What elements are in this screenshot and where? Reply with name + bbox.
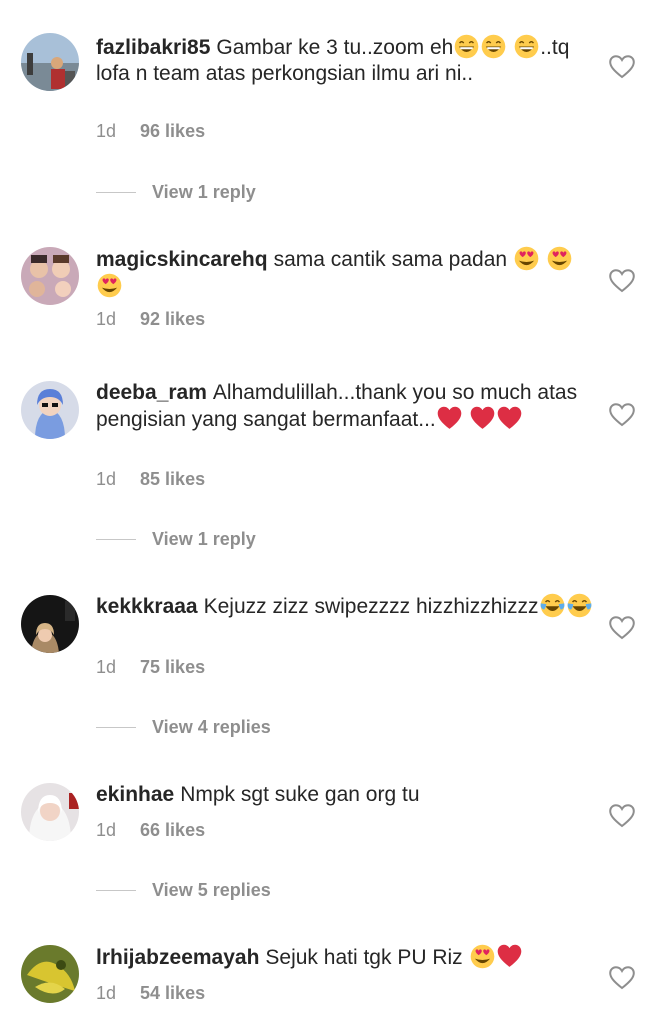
comment-time: 1d [96,657,117,677]
replies-divider [96,539,136,540]
comment-meta: 1d 75 likes [96,656,205,678]
comment-text: fazlibakri85 Gambar ke 3 tu..zoom eh ..tq… [96,34,596,87]
comment-meta: 1d 96 likes [96,120,205,142]
comment-body: sama cantik sama padan [273,248,508,271]
comment-likes[interactable]: 75 likes [140,657,205,677]
view-replies-label: View 1 reply [152,182,256,202]
tears-of-joy-emoji [540,593,565,618]
replies-divider [96,727,136,728]
comment-text: lrhijabzeemayah Sejuk hati tgk PU Riz [96,944,596,971]
comment-likes[interactable]: 92 likes [140,309,205,329]
view-replies-label: View 4 replies [152,717,271,737]
grinning-face-emoji [454,34,479,59]
heart-eyes-emoji [97,273,122,298]
comment-meta: 1d 66 likes [96,819,205,841]
red-heart-emoji [437,406,462,431]
avatar[interactable] [21,33,79,91]
comment-meta: 1d 92 likes [96,308,205,330]
red-heart-emoji [497,944,522,969]
comment-time: 1d [96,469,117,489]
heart-outline-icon[interactable] [609,269,635,293]
comment-body: Sejuk hati tgk PU Riz [265,946,463,969]
comment-username[interactable]: kekkkraaa [96,595,198,618]
heart-outline-icon[interactable] [609,804,635,828]
comment-username[interactable]: deeba_ram [96,381,207,404]
red-heart-emoji [470,406,495,431]
avatar[interactable] [21,783,79,841]
comment-username[interactable]: magicskincarehq [96,248,268,271]
comment-username[interactable]: lrhijabzeemayah [96,946,259,969]
avatar[interactable] [21,945,79,1003]
comment-likes[interactable]: 66 likes [140,820,205,840]
comment-text: ekinhae Nmpk sgt suke gan org tu [96,782,596,808]
grinning-face-emoji [514,34,539,59]
comments-list: fazlibakri85 Gambar ke 3 tu..zoom eh ..tq… [0,0,672,1024]
comment-text: magicskincarehq sama cantik sama padan [96,246,596,300]
heart-outline-icon[interactable] [609,966,635,990]
comment-meta: 1d 54 likes [96,982,205,1004]
comment-time: 1d [96,820,117,840]
tears-of-joy-emoji [567,593,592,618]
replies-divider [96,192,136,193]
heart-outline-icon[interactable] [609,55,635,79]
heart-eyes-emoji [547,246,572,271]
comment-body: Nmpk sgt suke gan org tu [180,783,420,806]
view-replies-label: View 1 reply [152,529,256,549]
comment-likes[interactable]: 54 likes [140,983,205,1003]
replies-divider [96,890,136,891]
heart-outline-icon[interactable] [609,403,635,427]
comment-time: 1d [96,121,117,141]
grinning-face-emoji [481,34,506,59]
comment-text: kekkkraaa Kejuzz zizz swipezzzz hizzhizzh… [96,593,596,620]
comment-time: 1d [96,309,117,329]
heart-eyes-emoji [470,944,495,969]
comment-time: 1d [96,983,117,1003]
heart-outline-icon[interactable] [609,616,635,640]
avatar[interactable] [21,595,79,653]
view-replies-button[interactable]: View 5 replies [96,880,271,904]
avatar[interactable] [21,381,79,439]
comment-body: Gambar ke 3 tu..zoom eh [216,36,454,59]
comment-username[interactable]: ekinhae [96,783,174,806]
comment-meta: 1d 85 likes [96,468,205,490]
view-replies-label: View 5 replies [152,880,271,900]
comment-username[interactable]: fazlibakri85 [96,36,210,59]
avatar[interactable] [21,247,79,305]
view-replies-button[interactable]: View 1 reply [96,529,256,553]
comment-body: Kejuzz zizz swipezzzz hizzhizzhizzz [203,595,539,618]
comment-likes[interactable]: 85 likes [140,469,205,489]
view-replies-button[interactable]: View 4 replies [96,717,271,741]
comment-text: deeba_ram Alhamdulillah...thank you so mu… [96,380,596,433]
red-heart-emoji [497,406,522,431]
view-replies-button[interactable]: View 1 reply [96,182,256,206]
comment-likes[interactable]: 96 likes [140,121,205,141]
heart-eyes-emoji [514,246,539,271]
